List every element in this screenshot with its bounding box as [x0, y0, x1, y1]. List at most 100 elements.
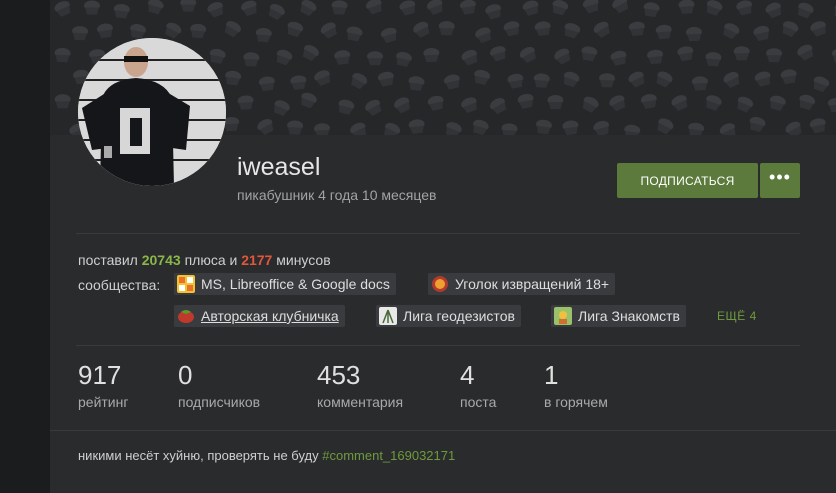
- profile-note: никими несёт хуйню, проверять не буду #c…: [78, 448, 455, 463]
- planet-icon: [432, 276, 448, 292]
- cupcake-icon: [268, 3, 285, 21]
- cupcake-icon: [96, 23, 113, 39]
- cupcake-icon: [656, 71, 673, 88]
- cupcake-icon: [346, 26, 363, 42]
- community-tag[interactable]: MS, Libreoffice & Google docs: [174, 273, 396, 295]
- community-name: Уголок извращений 18+: [455, 276, 610, 292]
- community-tag[interactable]: Уголок извращений 18+: [428, 273, 616, 295]
- cupcake-icon: [413, 21, 430, 38]
- cupcake-icon: [799, 94, 816, 111]
- username: iweasel: [237, 153, 321, 181]
- ellipsis-icon: •••: [769, 166, 791, 187]
- cupcake-icon: [678, 0, 695, 14]
- stat-label[interactable]: поста: [460, 394, 496, 410]
- cupcake-icon: [599, 73, 616, 88]
- stat-label[interactable]: подписчиков: [178, 394, 260, 410]
- avatar[interactable]: [78, 38, 226, 186]
- stat-label[interactable]: рейтинг: [78, 394, 128, 410]
- cupcake-icon: [610, 50, 627, 66]
- cupcake-icon: [628, 71, 645, 88]
- cupcake-icon: [338, 99, 355, 115]
- cupcake-icon: [313, 123, 330, 135]
- cupcake-icon: [367, 51, 384, 66]
- cupcake-icon: [72, 26, 89, 41]
- community-tag[interactable]: Лига геодезистов: [376, 305, 521, 327]
- cupcake-icon: [351, 73, 368, 90]
- cupcake-icon: [501, 123, 518, 135]
- cupcake-icon: [394, 97, 411, 114]
- cupcake-icon: [503, 21, 520, 37]
- stat-label[interactable]: комментария: [317, 394, 403, 410]
- stat-label[interactable]: в горячем: [544, 394, 608, 410]
- cupcake-icon: [770, 95, 786, 111]
- minus-count: 2177: [241, 252, 273, 268]
- cupcake-icon: [813, 76, 830, 93]
- subscribe-button[interactable]: ПОДПИСАТЬСЯ: [617, 163, 758, 198]
- cupcake-icon: [130, 24, 147, 39]
- cupcake-icon: [365, 0, 382, 15]
- comment-link[interactable]: #comment_169032171: [322, 448, 455, 463]
- cupcake-icon: [733, 46, 750, 61]
- cupcake-icon: [165, 22, 182, 39]
- cupcake-icon: [408, 119, 425, 134]
- cupcake-icon: [609, 95, 626, 112]
- cupcake-icon: [612, 0, 629, 14]
- more-options-button[interactable]: •••: [760, 163, 800, 198]
- cupcake-icon: [408, 76, 425, 91]
- cupcake-icon: [443, 74, 460, 90]
- cupcake-icon: [706, 95, 722, 111]
- cupcake-icon: [445, 122, 462, 135]
- votes-summary: поставил 20743 плюса и 2177 минусов: [78, 252, 331, 268]
- cupcake-icon: [426, 0, 443, 15]
- plus-word: плюса и: [184, 252, 238, 268]
- cupcake-icon: [519, 46, 536, 64]
- cupcake-icon: [475, 27, 491, 44]
- community-name: MS, Libreoffice & Google docs: [201, 276, 390, 292]
- cupcake-icon: [331, 0, 348, 15]
- cupcake-icon: [705, 52, 722, 67]
- community-tag[interactable]: Авторская клубничка: [174, 305, 345, 327]
- cupcake-icon: [671, 95, 688, 112]
- cupcake-icon: [377, 71, 394, 87]
- avatar-photo: [78, 38, 226, 186]
- community-name: Авторская клубничка: [201, 308, 339, 324]
- votes-prefix: поставил: [78, 252, 138, 268]
- cupcake-icon: [736, 0, 752, 16]
- stat-value: 4: [460, 360, 475, 390]
- more-communities-link[interactable]: ЕЩЁ 4: [717, 309, 757, 323]
- communities-label: сообщества:: [78, 277, 161, 293]
- community-tag[interactable]: Лига Знакомств: [551, 305, 686, 327]
- cupcake-icon: [827, 97, 836, 113]
- cupcake-icon: [765, 2, 782, 19]
- cupcake-icon: [834, 4, 836, 20]
- cupcake-icon: [582, 0, 599, 14]
- cupcake-icon: [54, 1, 71, 17]
- cupcake-icon: [276, 49, 293, 66]
- divider: [50, 430, 836, 431]
- cupcake-icon: [562, 120, 579, 135]
- cupcake-icon: [473, 119, 489, 135]
- cupcake-icon: [380, 27, 397, 44]
- cupcake-icon: [459, 0, 476, 15]
- cupcake-icon: [507, 73, 524, 89]
- community-name: Лига геодезистов: [403, 308, 515, 324]
- cupcake-icon: [766, 48, 783, 63]
- cupcake-icon: [723, 72, 740, 88]
- cupcake-icon: [320, 22, 337, 39]
- cupcake-icon: [797, 44, 814, 61]
- cupcake-icon: [547, 95, 564, 110]
- cupcake-icon: [190, 23, 207, 39]
- cupcake-icon: [384, 122, 401, 135]
- cupcake-icon: [706, 0, 723, 16]
- cupcake-icon: [785, 121, 802, 135]
- stat-value: 0: [178, 360, 193, 390]
- note-text: никими несёт хуйню, проверять не буду: [78, 448, 323, 463]
- cupcake-icon: [438, 21, 455, 36]
- stat-value: 1: [544, 360, 559, 390]
- cupcake-icon: [148, 0, 164, 15]
- cupcake-icon: [461, 49, 478, 66]
- cupcake-icon: [536, 119, 552, 135]
- cupcake-icon: [522, 0, 539, 16]
- cupcake-icon: [657, 118, 674, 135]
- cupcake-icon: [647, 49, 664, 65]
